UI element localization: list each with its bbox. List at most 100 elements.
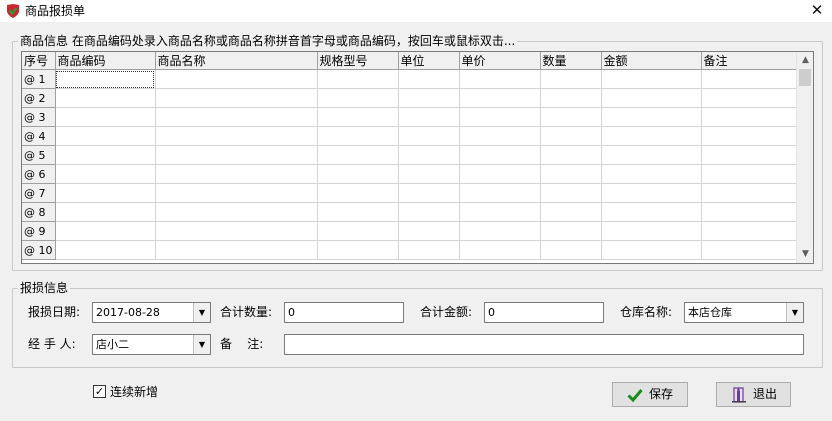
grid-cell[interactable] [317,202,399,222]
column-header[interactable]: 数量 [540,52,602,70]
table-row[interactable]: @ 5 [22,145,799,165]
grid-cell[interactable] [601,221,702,241]
grid-cell[interactable] [155,202,318,222]
column-header[interactable]: 金额 [601,52,702,70]
grid-cell[interactable] [701,107,799,127]
chevron-up-icon[interactable]: ▲ [797,52,813,69]
grid-cell[interactable] [701,145,799,165]
grid-cell[interactable] [540,88,602,108]
grid-cell[interactable] [459,221,541,241]
grid-cell[interactable] [155,69,318,89]
column-header[interactable]: 备注 [701,52,799,70]
grid-cell[interactable] [459,202,541,222]
grid-cell[interactable] [459,145,541,165]
chevron-down-icon[interactable]: ▼ [797,246,813,263]
column-header[interactable]: 序号 [22,52,56,70]
grid-cell[interactable] [459,88,541,108]
save-button[interactable]: 保存 [612,382,688,407]
grid-cell[interactable] [701,164,799,184]
grid-cell[interactable] [601,126,702,146]
table-row[interactable]: @ 10 [22,240,799,260]
grid-cell[interactable] [317,183,399,203]
grid-cell[interactable] [398,69,460,89]
grid-cell[interactable] [155,145,318,165]
grid-cell[interactable] [155,126,318,146]
grid-cell[interactable] [55,240,156,260]
grid-cell[interactable] [601,164,702,184]
grid-cell[interactable] [398,221,460,241]
table-row[interactable]: @ 4 [22,126,799,146]
chevron-down-icon[interactable]: ▼ [193,335,210,354]
table-row[interactable]: @ 6 [22,164,799,184]
grid-cell[interactable] [317,107,399,127]
grid-cell[interactable] [55,221,156,241]
exit-button[interactable]: 退出 [716,382,791,407]
grid-cell[interactable] [55,88,156,108]
table-row[interactable]: @ 3 [22,107,799,127]
grid-cell[interactable] [55,202,156,222]
grid-cell[interactable] [540,69,602,89]
grid-cell[interactable] [155,164,318,184]
grid-cell[interactable] [701,88,799,108]
grid-cell[interactable] [459,126,541,146]
loss-date-picker[interactable]: 2017-08-28 ▼ [92,302,211,323]
grid-cell[interactable] [540,164,602,184]
grid-cell[interactable] [701,126,799,146]
continuous-add-checkbox[interactable]: ✓ [93,385,106,398]
grid-cell[interactable] [701,240,799,260]
grid-cell[interactable] [398,183,460,203]
grid-cell[interactable] [459,107,541,127]
chevron-down-icon[interactable]: ▼ [193,303,210,322]
table-row[interactable]: @ 7 [22,183,799,203]
grid-cell[interactable] [601,88,702,108]
grid-cell[interactable] [701,221,799,241]
chevron-down-icon[interactable]: ▼ [786,303,803,322]
grid-cell[interactable] [317,145,399,165]
table-row[interactable]: @ 8 [22,202,799,222]
table-row[interactable]: @ 1 [22,69,799,89]
grid-cell[interactable] [540,202,602,222]
grid-cell[interactable] [398,164,460,184]
grid-cell[interactable] [459,240,541,260]
grid-cell[interactable] [459,183,541,203]
grid-cell[interactable] [55,145,156,165]
grid-cell[interactable] [317,164,399,184]
table-row[interactable]: @ 2 [22,88,799,108]
handler-select[interactable]: 店小二 ▼ [92,334,211,355]
total-amount-field[interactable]: 0 [484,302,604,323]
goods-grid[interactable]: 序号 商品编码 商品名称 规格型号 单位 单价 数量 金额 备注 @ 1 @ 2 @ 3 @ 4 @ 5… [21,51,814,264]
grid-cell[interactable] [317,221,399,241]
scroll-thumb[interactable] [799,69,811,86]
grid-cell[interactable] [317,69,399,89]
grid-cell[interactable] [398,107,460,127]
grid-cell[interactable] [55,126,156,146]
warehouse-select[interactable]: 本店仓库 ▼ [684,302,804,323]
grid-cell[interactable] [398,240,460,260]
column-header[interactable]: 商品名称 [155,52,318,70]
total-qty-field[interactable]: 0 [284,302,404,323]
remark-field[interactable] [284,334,804,355]
grid-cell[interactable] [55,69,156,89]
grid-cell[interactable] [601,202,702,222]
grid-cell[interactable] [601,145,702,165]
grid-cell[interactable] [155,88,318,108]
grid-cell[interactable] [601,69,702,89]
grid-cell[interactable] [398,202,460,222]
grid-cell[interactable] [540,126,602,146]
grid-vertical-scrollbar[interactable]: ▲ ▼ [796,52,813,263]
grid-cell[interactable] [701,69,799,89]
grid-cell[interactable] [601,183,702,203]
grid-cell[interactable] [701,202,799,222]
grid-cell[interactable] [55,183,156,203]
grid-cell[interactable] [459,164,541,184]
grid-cell[interactable] [540,183,602,203]
grid-cell[interactable] [540,240,602,260]
close-button[interactable]: ✕ [802,0,832,22]
grid-cell[interactable] [398,88,460,108]
table-row[interactable]: @ 9 [22,221,799,241]
grid-cell[interactable] [398,126,460,146]
grid-cell[interactable] [55,164,156,184]
grid-cell[interactable] [155,183,318,203]
grid-cell[interactable] [701,183,799,203]
grid-cell[interactable] [398,145,460,165]
